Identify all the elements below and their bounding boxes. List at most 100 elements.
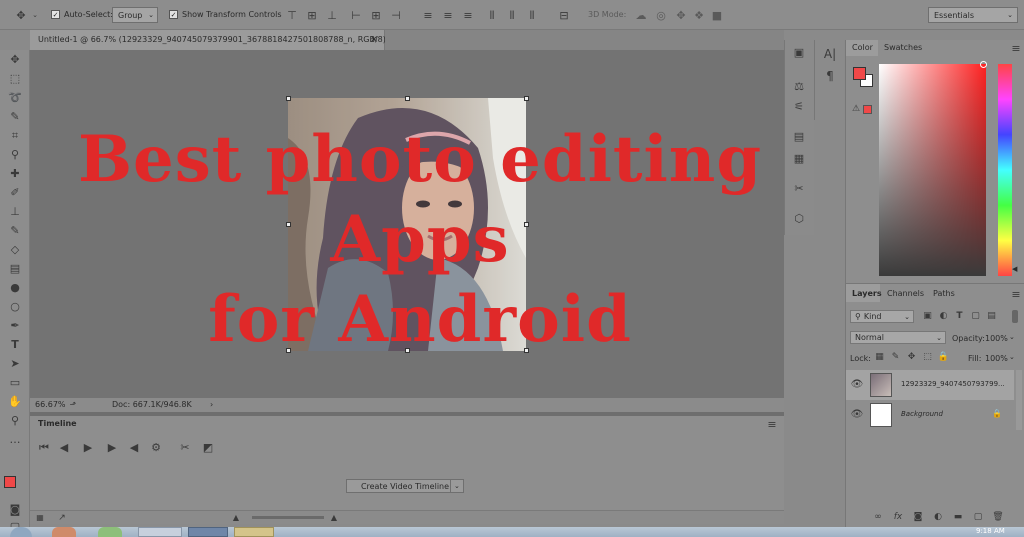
align-bottom-icon[interactable]: ⊥	[326, 8, 338, 22]
align-vertical-center-icon[interactable]: ⊞	[306, 8, 318, 22]
chevron-down-icon[interactable]: ⌄	[31, 9, 39, 21]
panel-menu-icon[interactable]: ≡	[1010, 288, 1022, 300]
panel-menu-icon[interactable]: ≡	[1010, 42, 1022, 54]
visibility-eye-icon[interactable]: 👁	[851, 379, 864, 391]
panel-menu-icon[interactable]: ≡	[766, 418, 778, 430]
fx-icon[interactable]: fx	[892, 511, 904, 523]
chevron-down-icon[interactable]: ⌄	[1009, 334, 1015, 341]
previous-frame-icon[interactable]: ◀	[58, 441, 70, 453]
video-3d-icon[interactable]: ■	[710, 8, 724, 22]
transform-handle[interactable]	[286, 96, 291, 101]
next-frame-icon[interactable]: ▶	[106, 441, 118, 453]
filter-toggle[interactable]	[1012, 310, 1018, 323]
rectangle-tool-icon[interactable]: ▭	[8, 375, 22, 389]
export-icon[interactable]: ⬏	[68, 399, 78, 410]
new-layer-icon[interactable]: ▢	[972, 511, 984, 523]
lock-image-icon[interactable]: ✎	[890, 352, 901, 363]
zoom-level[interactable]: 66.67%	[35, 401, 66, 409]
adjustments-icon[interactable]: ⚖	[791, 78, 807, 94]
transform-handle[interactable]	[405, 96, 410, 101]
gamut-swatch[interactable]	[863, 105, 872, 114]
lock-transparent-icon[interactable]: ▦	[874, 352, 885, 363]
tab-color[interactable]: Color	[852, 44, 873, 52]
trash-icon[interactable]: 🗑	[992, 511, 1004, 523]
color-field[interactable]	[879, 64, 986, 276]
play-icon[interactable]: ▶	[82, 441, 94, 453]
distribute-top-icon[interactable]: ≡	[422, 8, 434, 22]
paragraph-icon[interactable]: ¶	[822, 68, 838, 84]
foreground-color-swatch[interactable]	[853, 67, 866, 80]
align-horizontal-center-icon[interactable]: ⊞	[370, 8, 382, 22]
hue-slider[interactable]	[998, 64, 1012, 276]
transform-handle[interactable]	[524, 96, 529, 101]
layers-scrollbar[interactable]	[1016, 370, 1022, 430]
lock-position-icon[interactable]: ✥	[906, 352, 917, 363]
zoom-tool-icon[interactable]: ⚲	[8, 413, 22, 427]
filter-adjustment-icon[interactable]: ◐	[938, 311, 949, 322]
lock-artboard-icon[interactable]: ⬚	[922, 352, 933, 363]
color-picker-cursor[interactable]	[980, 61, 987, 68]
layer-row-photo[interactable]: 👁 12923329_9407450793799...	[846, 370, 1014, 400]
foreground-color-swatch[interactable]	[4, 476, 16, 488]
distribute-left-icon[interactable]: ⦀	[486, 8, 498, 22]
roll-3d-icon[interactable]: ◎	[654, 8, 668, 22]
taskbar-app-icon[interactable]	[98, 527, 122, 537]
document-tab[interactable]: Untitled-1 @ 66.7% (12923329_94074507937…	[30, 30, 392, 50]
orbit-3d-icon[interactable]: ☁	[634, 8, 648, 22]
start-button[interactable]	[10, 527, 32, 537]
taskbar-app-icon[interactable]	[234, 527, 274, 537]
link-icon[interactable]: ∞	[872, 511, 884, 523]
render-icon[interactable]: ↗	[56, 512, 68, 524]
mask-icon[interactable]: ◙	[912, 511, 924, 523]
transition-icon[interactable]: ◩	[202, 441, 214, 453]
character-icon[interactable]: A|	[822, 46, 838, 62]
lasso-tool-icon[interactable]: ➰	[8, 90, 22, 104]
more-tools-icon[interactable]: …	[8, 432, 22, 446]
go-to-first-frame-icon[interactable]: ⏮	[38, 441, 50, 453]
hue-slider-pointer[interactable]: ◀	[1012, 266, 1017, 273]
distribute-vcenter-icon[interactable]: ≡	[442, 8, 454, 22]
tab-channels[interactable]: Channels	[887, 290, 924, 298]
zoom-out-icon[interactable]: ▲	[230, 512, 242, 524]
align-left-icon[interactable]: ⊢	[350, 8, 362, 22]
settings-gear-icon[interactable]: ⚙	[150, 441, 162, 453]
hand-tool-icon[interactable]: ✋	[8, 394, 22, 408]
visibility-eye-icon[interactable]: 👁	[851, 409, 864, 421]
show-transform-checkbox[interactable]: ✓	[169, 10, 178, 19]
filter-kind-dropdown[interactable]: ⚲ Kind ⌄	[850, 310, 914, 323]
pan-3d-icon[interactable]: ✥	[674, 8, 688, 22]
layer-name[interactable]: 12923329_9407450793799...	[901, 381, 1005, 388]
slide-3d-icon[interactable]: ❖	[692, 8, 706, 22]
zoom-in-icon[interactable]: ▲	[328, 512, 340, 524]
taskbar-app-icon[interactable]	[188, 527, 228, 537]
timeline-options-dropdown[interactable]: ⌄	[450, 479, 464, 493]
blend-mode-dropdown[interactable]: Normal ⌄	[850, 331, 946, 344]
scissors-icon[interactable]: ✂	[178, 441, 192, 453]
layer-row-background[interactable]: 👁 Background 🔒	[846, 400, 1014, 430]
create-video-timeline-button[interactable]: Create Video Timeline	[346, 479, 464, 493]
auto-select-checkbox[interactable]: ✓	[51, 10, 60, 19]
properties-icon[interactable]: ⚟	[791, 98, 807, 114]
filter-shape-icon[interactable]: ▢	[970, 311, 981, 322]
workspace-dropdown[interactable]: Essentials ⌄	[928, 7, 1018, 23]
filter-smart-object-icon[interactable]: ▤	[986, 311, 997, 322]
marquee-tool-icon[interactable]: ⬚	[8, 71, 22, 85]
zoom-slider[interactable]	[252, 516, 324, 519]
taskbar-app-icon[interactable]	[52, 527, 76, 537]
timeline-title[interactable]: Timeline	[38, 420, 77, 428]
filter-type-icon[interactable]: T	[954, 311, 965, 322]
fill-value[interactable]: 100%	[985, 355, 1008, 363]
close-icon[interactable]: ×	[370, 35, 378, 45]
distribute-right-icon[interactable]: ⦀	[526, 8, 538, 22]
move-tool-icon[interactable]: ✥	[8, 52, 22, 66]
status-menu-arrow[interactable]: ›	[210, 401, 213, 409]
align-top-icon[interactable]: ⊤	[286, 8, 298, 22]
distribute-bottom-icon[interactable]: ≡	[462, 8, 474, 22]
move-tool-icon[interactable]: ✥	[14, 8, 28, 22]
quick-mask-icon[interactable]: ◙	[8, 502, 22, 516]
tab-paths[interactable]: Paths	[933, 290, 955, 298]
lock-all-icon[interactable]: 🔒	[938, 352, 949, 363]
align-right-icon[interactable]: ⊣	[390, 8, 402, 22]
tab-swatches[interactable]: Swatches	[884, 44, 922, 52]
frame-rate-icon[interactable]: ▦	[34, 512, 46, 524]
